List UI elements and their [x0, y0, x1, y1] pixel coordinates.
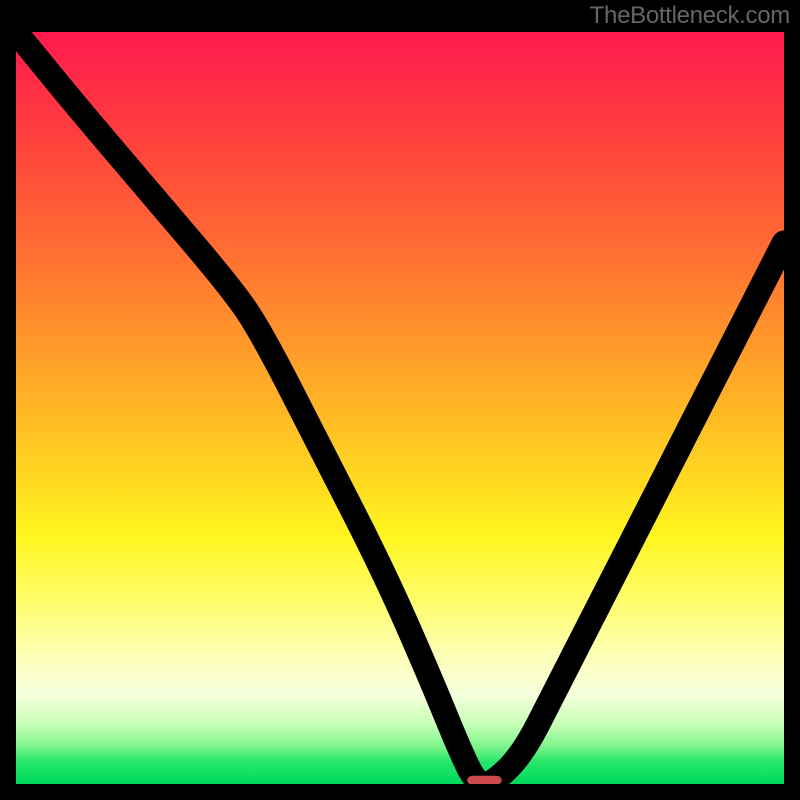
chart-frame: TheBottleneck.com [0, 0, 800, 800]
plot-area [16, 32, 784, 784]
watermark-text: TheBottleneck.com [590, 2, 790, 30]
optimum-marker [467, 776, 502, 784]
bottleneck-curve [16, 32, 784, 784]
curve-svg [16, 32, 784, 784]
